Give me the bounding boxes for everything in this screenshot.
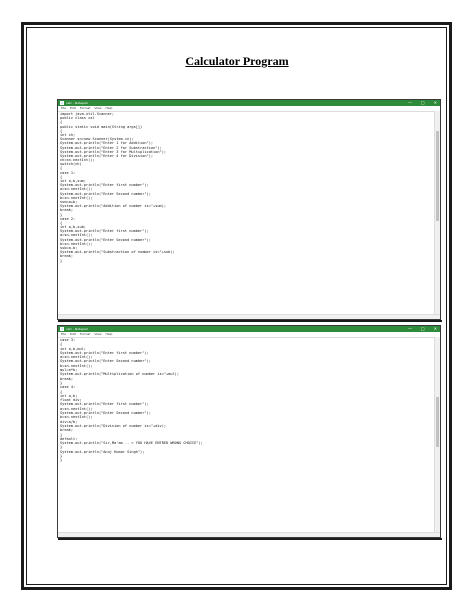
notepad-window-1: calc - Notepad — □ ✕ File Edit Format Vi…: [57, 99, 441, 320]
page-title: Calculator Program: [185, 54, 289, 68]
title-bar[interactable]: calc - Notepad — □ ✕: [58, 326, 440, 332]
horizontal-scrollbar[interactable]: [58, 532, 440, 537]
window-2-underline: [58, 538, 442, 540]
close-button[interactable]: ✕: [434, 326, 437, 332]
notepad-icon: [60, 101, 64, 105]
minimize-button[interactable]: —: [408, 100, 412, 106]
maximize-button[interactable]: □: [421, 326, 425, 332]
code-line: }: [60, 258, 63, 263]
title-bar[interactable]: calc - Notepad — □ ✕: [58, 100, 440, 106]
window-title: calc - Notepad: [66, 101, 88, 105]
close-button[interactable]: ✕: [434, 100, 437, 106]
notepad-window-2: calc - Notepad — □ ✕ File Edit Format Vi…: [57, 325, 441, 538]
window-title: calc - Notepad: [66, 327, 88, 331]
maximize-button[interactable]: □: [421, 100, 425, 106]
code-line: }: [60, 458, 63, 463]
code-editor[interactable]: import java.util.Scanner; public class ca…: [58, 111, 435, 315]
code-editor[interactable]: case 3:{int a,b,mul; System.out.println("…: [58, 337, 435, 533]
window-1-underline: [58, 320, 442, 322]
scroll-thumb[interactable]: [436, 397, 439, 447]
scroll-thumb[interactable]: [436, 131, 439, 221]
notepad-icon: [60, 327, 64, 331]
vertical-scrollbar[interactable]: [434, 111, 440, 315]
vertical-scrollbar[interactable]: [434, 337, 440, 533]
minimize-button[interactable]: —: [408, 326, 412, 332]
horizontal-scrollbar[interactable]: [58, 314, 440, 319]
